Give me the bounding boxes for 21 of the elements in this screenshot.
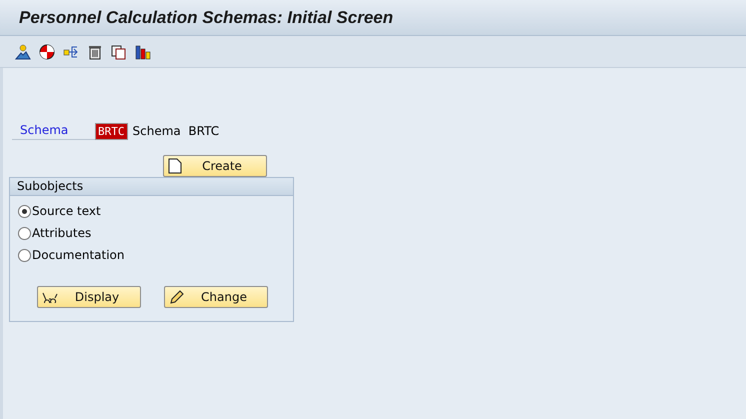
window-title: Personnel Calculation Schemas: Initial Screen	[19, 8, 394, 28]
group-title: Subobjects	[10, 178, 293, 196]
person-icon[interactable]	[15, 44, 31, 60]
page-icon	[168, 158, 182, 174]
radio-label[interactable]: Source text	[32, 204, 101, 218]
schema-description: Schema BRTC	[132, 124, 220, 138]
schema-field[interactable]: BRTC	[95, 122, 128, 140]
copy-icon[interactable]	[111, 44, 127, 60]
create-button[interactable]: Create	[163, 155, 267, 177]
radio-button[interactable]	[18, 226, 31, 240]
display-button[interactable]: Display	[37, 286, 141, 308]
radio-button[interactable]	[18, 204, 31, 218]
radio-button[interactable]	[18, 248, 31, 262]
lifebuoy-icon[interactable]	[39, 44, 55, 60]
trash-icon[interactable]	[87, 44, 103, 60]
radio-label[interactable]: Documentation	[32, 248, 125, 262]
chart-icon[interactable]	[135, 44, 151, 60]
radio-label[interactable]: Attributes	[32, 226, 92, 240]
arrows-icon[interactable]	[63, 44, 79, 60]
pencil-icon	[169, 289, 185, 305]
change-button[interactable]: Change	[164, 286, 268, 308]
